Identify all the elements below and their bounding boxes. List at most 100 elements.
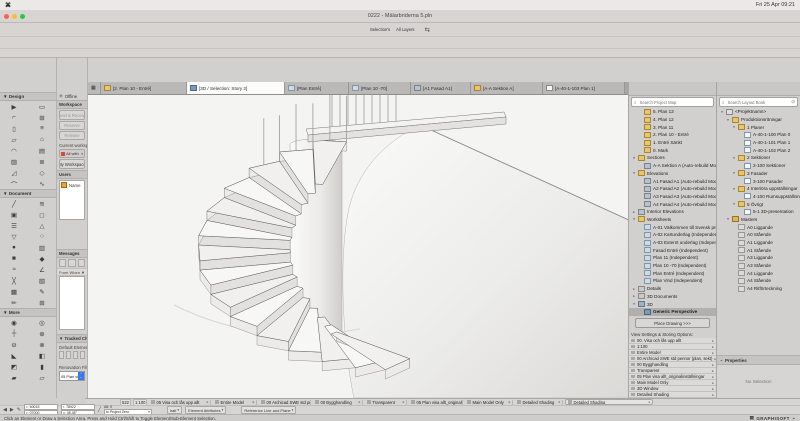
chevron-right-icon[interactable]: ▸ (712, 375, 714, 379)
tree-item[interactable]: A-40-1-101 Plan 1 (717, 139, 800, 147)
chevron-right-icon[interactable]: ▸ (712, 381, 714, 385)
tool-icon[interactable]: ☰ (0, 220, 28, 231)
tree-item[interactable]: ▾ 4 Interiöra uppställningar (717, 185, 800, 193)
gear-icon[interactable]: ⊙ (791, 99, 795, 105)
tool-icon[interactable]: ┼ (0, 328, 28, 339)
default-folder-icon[interactable] (80, 351, 85, 359)
expander-icon[interactable]: ▸ (632, 210, 636, 214)
expander-icon[interactable]: ▾ (732, 202, 736, 206)
tree-item[interactable]: ▾ Masters (717, 216, 800, 224)
tree-item[interactable]: ▸ Details (629, 285, 716, 293)
tool-icon[interactable]: ◉ (0, 317, 28, 328)
expander-icon[interactable]: ▸ (632, 294, 636, 298)
tool-icon[interactable]: ╳ (0, 275, 28, 286)
3d-viewport[interactable] (88, 95, 628, 398)
tool-icon[interactable]: ▤ (28, 145, 56, 156)
tree-item[interactable]: A1 Fasad A1 (Auto-rebuild Model) (629, 177, 716, 185)
tree-item[interactable]: A-03 Externt underlag (Independent) (629, 239, 716, 247)
tree-item[interactable]: A0 Liggande (717, 223, 800, 231)
tool-icon[interactable]: ● (0, 242, 28, 253)
swap-icon[interactable]: ⇆ (423, 26, 433, 34)
tree-item[interactable]: ▾ Produktionsritningar (717, 116, 800, 124)
tree-item[interactable]: 3. Plan 11 (629, 123, 716, 131)
expander-icon[interactable]: ▾ (732, 156, 736, 160)
workspace-select[interactable]: All with layout colors ▾ (59, 149, 85, 158)
chevron-right-icon[interactable]: ▸ (712, 339, 714, 343)
release-button[interactable]: Release (59, 131, 85, 140)
toolbox-group-header[interactable]: ▼ More (0, 308, 56, 317)
tab-plan-10-entre[interactable]: [2. Plan 10 - Entré] (101, 82, 187, 94)
tree-item[interactable]: ▾ 1 Planer (717, 123, 800, 131)
chevron-right-icon[interactable]: ▸ (712, 393, 714, 397)
tree-item[interactable]: 3-100 Fasader (717, 177, 800, 185)
tree-item[interactable]: Fasad Entré (Independent) (629, 246, 716, 254)
tab-plan-10-70[interactable]: [Plan 10 -70] (349, 82, 411, 94)
back-icon[interactable]: ◀ (3, 407, 7, 413)
tree-item[interactable]: A4 Ritförteckning (717, 285, 800, 293)
tool-icon[interactable]: ⊞ (28, 297, 56, 308)
tree-item[interactable]: ▾ 3D (629, 300, 716, 308)
expander-icon[interactable]: ▾ (632, 217, 636, 221)
menu-clock[interactable]: Fri 25 Apr 09:21 (756, 2, 795, 8)
tree-item[interactable]: A-A Sektion A (Auto-rebuild Model) (629, 162, 716, 170)
tool-icon[interactable]: ▭ (28, 101, 56, 112)
tool-icon[interactable]: ✏ (0, 297, 28, 308)
when-column-label[interactable]: When ▼ (69, 270, 85, 275)
user-row[interactable]: Name (60, 181, 84, 189)
expander-icon[interactable]: ▾ (720, 110, 724, 114)
tool-icon[interactable]: ▣ (0, 209, 28, 220)
tree-item[interactable]: A3 Liggande (717, 254, 800, 262)
tool-icon[interactable]: ≡ (28, 123, 56, 134)
messages-list[interactable] (59, 276, 85, 330)
tree-item[interactable]: ▾ Elevations (629, 170, 716, 178)
expander-icon[interactable]: ▾ (732, 125, 736, 129)
tree-item[interactable]: A-40-1-100 Plan 0 (717, 131, 800, 139)
tab-plan-entre[interactable]: [Plan Entré] (285, 82, 349, 94)
tool-icon[interactable]: ▯ (0, 123, 28, 134)
properties-header[interactable]: ⌄ Properties (717, 355, 800, 365)
radius-field[interactable]: r: 78922 (60, 404, 95, 410)
tree-item[interactable]: A2 Fasad A2 (Auto-rebuild Model) (629, 185, 716, 193)
search-input[interactable] (725, 98, 791, 106)
expander-icon[interactable]: ▾ (732, 171, 736, 175)
tool-icon[interactable]: ■ (0, 253, 28, 264)
expander-icon[interactable]: ▾ (726, 217, 730, 221)
quick-partial-structure[interactable]: Main Model Only ▸ (465, 399, 514, 405)
tool-icon[interactable]: △ (28, 220, 56, 231)
tree-item[interactable]: 2-100 Sektioner (717, 162, 800, 170)
tool-icon[interactable]: ⊞ (28, 112, 56, 123)
tree-item[interactable]: 4-100 Rumsuppställningar (717, 193, 800, 201)
pen-icon[interactable]: ✎ (17, 407, 21, 413)
toolbox-group-header[interactable]: ▼ Design (0, 92, 56, 101)
forward-icon[interactable]: ▶ (10, 407, 14, 413)
send-receive-button[interactable]: Send & Receive (59, 110, 85, 120)
tree-item[interactable]: A1 Liggande (717, 239, 800, 247)
tool-icon[interactable]: ▨ (0, 156, 28, 167)
users-header[interactable]: Users (57, 170, 87, 179)
messages-header[interactable]: Messages (57, 249, 87, 258)
half-select[interactable]: half ▾ (166, 406, 183, 414)
default-fill-icon[interactable] (66, 351, 71, 359)
tree-item[interactable]: 2. Plan 10 - Entré (629, 131, 716, 139)
tool-icon[interactable]: ⌐ (0, 112, 28, 123)
tree-item[interactable]: ▾ 2 Sektioner (717, 154, 800, 162)
chevron-right-icon[interactable]: ▸ (712, 363, 714, 367)
expander-icon[interactable]: ▾ (632, 171, 636, 175)
reference-line-menu[interactable]: Reference Line and Plane ▾ (241, 406, 297, 414)
tree-item[interactable]: 5-1 3D-presentation (717, 208, 800, 216)
expander-icon[interactable]: ▾ (732, 187, 736, 191)
stepper-icon[interactable]: ⌃ ⌄ (78, 372, 84, 380)
tool-icon[interactable]: ◣ (0, 350, 28, 361)
tree-item[interactable]: ▾ 5 Övrigt (717, 200, 800, 208)
tool-icon[interactable]: ▥ (28, 242, 56, 253)
tool-icon[interactable]: ∿ (28, 178, 56, 189)
chevron-right-icon[interactable]: ▸ (712, 369, 714, 373)
tree-item[interactable]: Plan Vind (Independent) (629, 277, 716, 285)
tree-item[interactable]: A0 Stående (717, 231, 800, 239)
tab-layout-plan-1[interactable]: [A-40-1-103 Plan 1] (543, 82, 625, 94)
chevron-right-icon[interactable]: ▸ (712, 387, 714, 391)
quick-structure-display[interactable]: Entire Model ▸ (213, 399, 258, 405)
chevron-right-icon[interactable]: ▸ (712, 351, 714, 355)
tree-item[interactable]: ▸ Interior Elevations (629, 208, 716, 216)
tool-icon[interactable]: ⌒ (0, 178, 28, 189)
